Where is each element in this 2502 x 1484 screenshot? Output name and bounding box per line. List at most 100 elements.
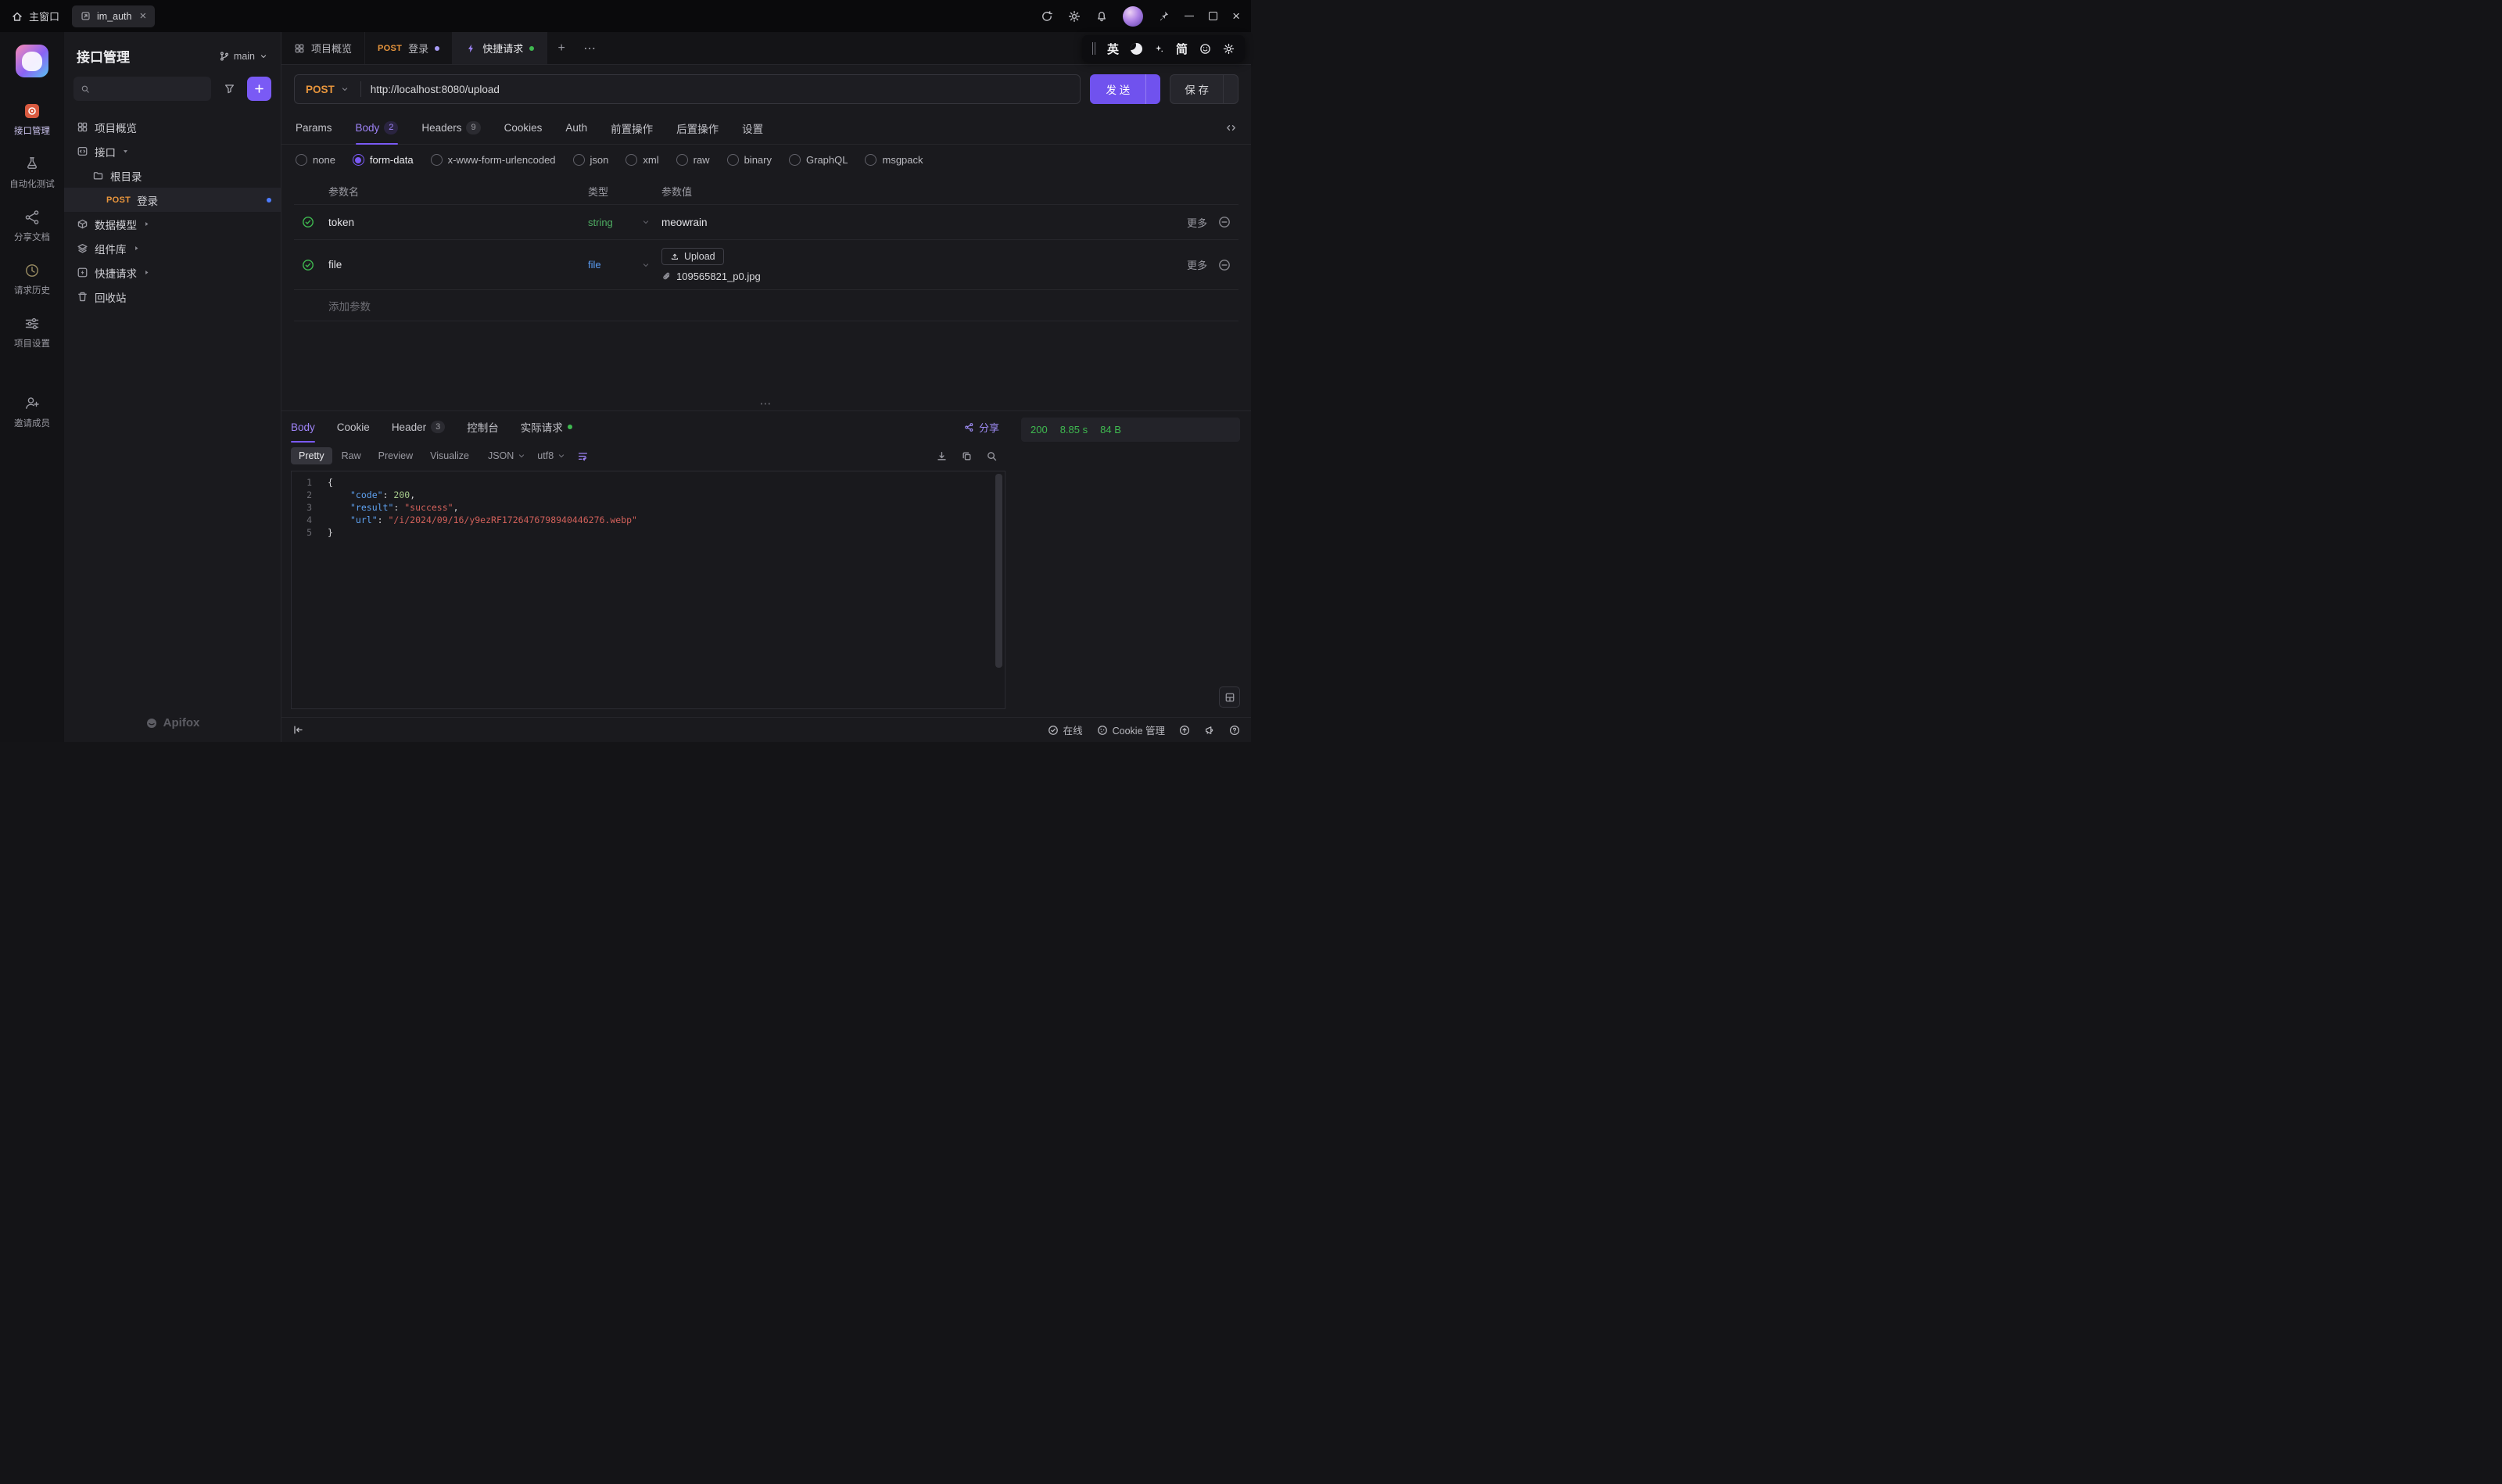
- activitybar-invite-members[interactable]: 邀请成员: [0, 385, 64, 439]
- activitybar-share-docs[interactable]: 分享文档: [0, 199, 64, 253]
- response-tab-header[interactable]: Header 3: [392, 411, 445, 443]
- tree-item-component-library[interactable]: 组件库: [64, 236, 281, 260]
- layout-toggle-button[interactable]: [1219, 686, 1240, 708]
- apifox-logo[interactable]: [16, 45, 48, 77]
- close-window-tab-icon[interactable]: ×: [140, 10, 147, 22]
- search-icon[interactable]: [986, 450, 998, 462]
- enabled-check-icon[interactable]: [302, 216, 314, 228]
- body-type-binary[interactable]: binary: [727, 154, 772, 166]
- splitter-handle[interactable]: ⋯: [760, 396, 773, 410]
- tree-item-quick-request[interactable]: 快捷请求: [64, 260, 281, 285]
- download-icon[interactable]: [936, 450, 948, 462]
- upload-button[interactable]: Upload: [661, 248, 724, 265]
- tab-cookies[interactable]: Cookies: [504, 112, 543, 144]
- tab-params[interactable]: Params: [296, 112, 332, 144]
- mode-visualize[interactable]: Visualize: [422, 447, 477, 464]
- remove-row-icon[interactable]: [1218, 259, 1231, 271]
- tree-item-apis[interactable]: 接口: [64, 139, 281, 163]
- avatar[interactable]: [1123, 6, 1143, 27]
- body-type-form-data[interactable]: form-data: [353, 154, 414, 166]
- smiley-icon[interactable]: [1199, 43, 1211, 55]
- response-tab-cookie[interactable]: Cookie: [337, 411, 370, 443]
- filter-button[interactable]: [217, 77, 241, 101]
- body-type-raw[interactable]: raw: [676, 154, 710, 166]
- response-tab-body[interactable]: Body: [291, 411, 315, 443]
- chevron-down-icon[interactable]: [1224, 84, 1238, 94]
- tree-item-trash[interactable]: 回收站: [64, 285, 281, 309]
- save-button[interactable]: 保 存: [1170, 74, 1238, 104]
- code-view-icon[interactable]: [1225, 122, 1237, 134]
- body-type-graphql[interactable]: GraphQL: [789, 154, 848, 166]
- word-wrap-icon[interactable]: [577, 450, 589, 462]
- editor-scrollbar[interactable]: [995, 474, 1002, 668]
- pin-icon[interactable]: [1158, 10, 1170, 22]
- tree-item-login-api[interactable]: POST 登录: [64, 188, 281, 212]
- body-type-msgpack[interactable]: msgpack: [865, 154, 923, 166]
- ime-drag-handle-icon[interactable]: [1092, 42, 1095, 55]
- tab-body[interactable]: Body 2: [356, 112, 399, 144]
- url-input[interactable]: [361, 84, 1081, 95]
- copy-icon[interactable]: [961, 450, 973, 462]
- more-link[interactable]: 更多: [1187, 257, 1207, 272]
- method-select[interactable]: POST: [295, 84, 360, 95]
- format-select[interactable]: JSON: [488, 450, 526, 461]
- param-name[interactable]: token: [328, 217, 588, 228]
- param-name[interactable]: file: [328, 259, 588, 271]
- param-type-select[interactable]: string: [588, 217, 661, 228]
- chevron-down-icon[interactable]: [1146, 84, 1160, 94]
- search-input[interactable]: [95, 83, 204, 95]
- body-type-xml[interactable]: xml: [626, 154, 658, 166]
- activitybar-request-history[interactable]: 请求历史: [0, 253, 64, 306]
- body-type-urlencoded[interactable]: x-www-form-urlencoded: [431, 154, 556, 166]
- param-type-select[interactable]: file: [588, 259, 661, 271]
- response-tab-actual-request[interactable]: 实际请求: [521, 411, 572, 443]
- mode-pretty[interactable]: Pretty: [291, 447, 332, 464]
- search-box[interactable]: [73, 77, 211, 101]
- back-to-top-icon[interactable]: [1179, 725, 1190, 736]
- add-param-row[interactable]: 添加参数: [294, 290, 1238, 321]
- more-link[interactable]: 更多: [1187, 215, 1207, 230]
- add-button[interactable]: [247, 77, 271, 101]
- cookie-manager[interactable]: Cookie 管理: [1097, 722, 1165, 737]
- send-button[interactable]: 发 送: [1090, 74, 1160, 104]
- tree-item-project-overview[interactable]: 项目概览: [64, 115, 281, 139]
- tree-item-root-folder[interactable]: 根目录: [64, 163, 281, 188]
- response-tab-console[interactable]: 控制台: [467, 411, 499, 443]
- doc-tab-login[interactable]: POST 登录: [365, 32, 453, 64]
- encoding-select[interactable]: utf8: [537, 450, 566, 461]
- gear-icon[interactable]: [1068, 10, 1081, 23]
- window-tab-im-auth[interactable]: im_auth ×: [72, 5, 155, 27]
- enabled-check-icon[interactable]: [302, 259, 314, 271]
- maximize-button[interactable]: [1209, 12, 1217, 20]
- tab-settings[interactable]: 设置: [742, 112, 763, 144]
- ime-simplified-label[interactable]: 简: [1176, 41, 1188, 57]
- online-status[interactable]: 在线: [1048, 722, 1083, 737]
- feedback-icon[interactable]: [1204, 725, 1215, 736]
- tree-item-data-models[interactable]: 数据模型: [64, 212, 281, 236]
- activitybar-api-management[interactable]: 接口管理: [0, 93, 64, 146]
- mode-raw[interactable]: Raw: [334, 447, 369, 464]
- remove-row-icon[interactable]: [1218, 216, 1231, 228]
- response-body-editor[interactable]: 1 2 3 4 5 { "code": 200, "result": "succ…: [291, 471, 1005, 709]
- param-value[interactable]: meowrain: [661, 217, 708, 228]
- tab-headers[interactable]: Headers 9: [421, 112, 480, 144]
- more-tabs-button[interactable]: ⋯: [575, 32, 604, 64]
- sparkle-icon[interactable]: [1154, 44, 1164, 54]
- close-window-button[interactable]: ×: [1232, 9, 1240, 23]
- collapse-sidebar-icon[interactable]: [292, 724, 304, 736]
- ime-english-label[interactable]: 英: [1107, 41, 1119, 57]
- tab-post-operations[interactable]: 后置操作: [676, 112, 719, 144]
- doc-tab-project-overview[interactable]: 项目概览: [281, 32, 365, 64]
- activitybar-automated-testing[interactable]: 自动化测试: [0, 146, 64, 199]
- tab-auth[interactable]: Auth: [565, 112, 587, 144]
- mode-preview[interactable]: Preview: [371, 447, 421, 464]
- refresh-icon[interactable]: [1041, 10, 1053, 23]
- doc-tab-quick-request[interactable]: 快捷请求: [453, 32, 547, 64]
- attached-file[interactable]: 109565821_p0.jpg: [661, 271, 761, 282]
- activitybar-project-settings[interactable]: 项目设置: [0, 306, 64, 359]
- new-tab-button[interactable]: +: [547, 32, 575, 64]
- body-type-none[interactable]: none: [296, 154, 335, 166]
- branch-selector[interactable]: main: [219, 51, 268, 62]
- tab-pre-operations[interactable]: 前置操作: [611, 112, 653, 144]
- main-window-button[interactable]: 主窗口: [11, 9, 59, 23]
